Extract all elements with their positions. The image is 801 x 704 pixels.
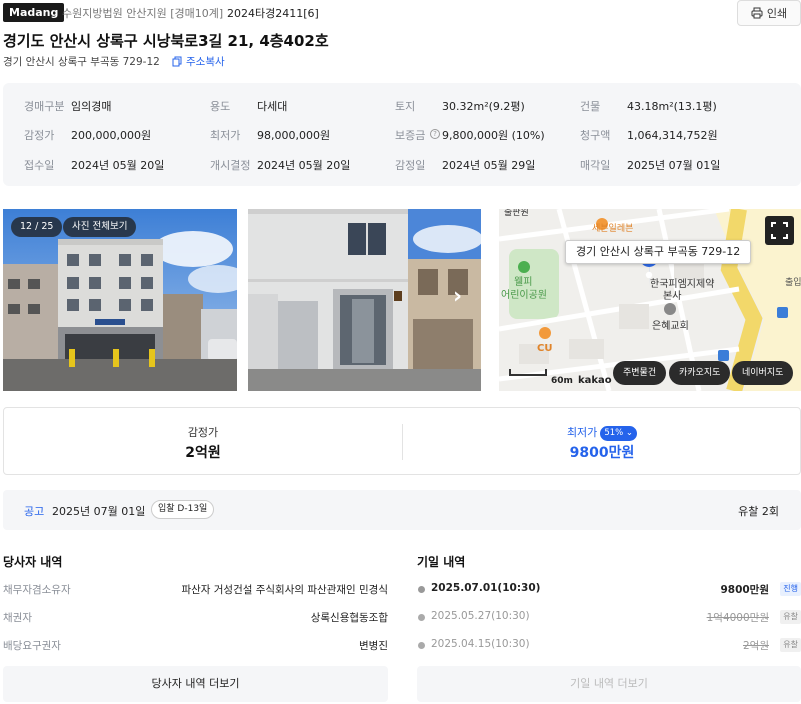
- map-poi-7: CU: [537, 343, 552, 354]
- history-row: 2025.07.01(10:30) 9800만원 진행: [417, 582, 801, 598]
- map-provider: kakao: [578, 375, 612, 386]
- print-button[interactable]: 인쇄: [737, 0, 801, 26]
- party-row: 배당요구권자 변병진: [3, 640, 388, 652]
- status-badge: 진행: [780, 582, 801, 596]
- map-poi-1: 세븐일레븐: [592, 223, 633, 234]
- nearby-items-button[interactable]: 주변물건: [613, 361, 667, 385]
- case-info-grid: 경매구분 임의경매 용도 다세대 토지 30.32m²(9.2평) 건물 43.18m²…: [3, 83, 801, 186]
- map-poi-0: 출판원: [504, 209, 529, 218]
- notice-label: 공고: [24, 505, 45, 518]
- map-poi-8: 출입: [785, 276, 801, 288]
- history-title: 기일 내역: [417, 555, 466, 569]
- map-address-label: 경기 안산시 상록구 부곡동 729-12: [565, 240, 752, 264]
- history-row: 2025.05.27(10:30) 1억4000만원 유찰: [417, 610, 801, 626]
- fullscreen-icon: [771, 222, 788, 239]
- price-summary: 감정가 2억원 최저가 51% ⌄ 9800만원: [3, 407, 801, 475]
- map-poi-6: 은혜교회: [652, 320, 689, 332]
- view-all-photos-button[interactable]: 사진 전체보기: [63, 217, 137, 237]
- party-row: 채무자겸소유자 파산자 거성건설 주식회사의 파산관재인 민경식: [3, 584, 388, 596]
- map-scale: 60m: [551, 376, 573, 386]
- dday-badge: 입찰 D-13일: [151, 500, 215, 519]
- kakao-map-button[interactable]: 카카오지도: [669, 361, 731, 385]
- photo-next-arrow[interactable]: ›: [453, 284, 462, 309]
- printer-icon: [751, 7, 763, 19]
- appraisal-price: 감정가 2억원: [185, 426, 221, 461]
- party-row: 채권자 상록신용협동조합: [3, 612, 388, 624]
- map-poi-5: 본사: [663, 290, 681, 302]
- naver-map-button[interactable]: 네이버지도: [732, 361, 794, 385]
- parties-title: 당사자 내역: [3, 555, 63, 569]
- case-number: 2024타경2411[6]: [227, 7, 319, 20]
- parties-more-button[interactable]: 당사자 내역 더보기: [3, 666, 388, 702]
- fail-count: 유찰 2회: [738, 505, 779, 518]
- history-row: 2025.04.15(10:30) 2억원 유찰: [417, 638, 801, 654]
- court-name: 수원지방법원 안산지원 [경매10계]: [62, 7, 224, 20]
- property-photo-2[interactable]: ›: [248, 209, 481, 391]
- map-poi-3: 어린이공원: [501, 289, 547, 301]
- lot-address: 경기 안산시 상록구 부곡동 729-12: [3, 56, 160, 68]
- history-more-button[interactable]: 기일 내역 더보기: [417, 666, 801, 702]
- map-poi-4: 한국피엠지제약: [650, 278, 714, 290]
- copy-icon: [172, 56, 182, 67]
- property-photo-1[interactable]: 12 / 25 사진 전체보기: [3, 209, 237, 391]
- photo-counter: 12 / 25: [11, 217, 63, 237]
- brand-badge: Madang: [3, 3, 65, 22]
- chevron-down-icon: ⌄: [625, 428, 634, 438]
- copy-address-button[interactable]: 주소복사: [172, 54, 225, 69]
- page-title: 경기도 안산시 상록구 시낭북로3길 21, 4층402호: [3, 32, 329, 50]
- min-price-percent-badge: 51% ⌄: [600, 426, 638, 441]
- notice-date: 2025년 07월 01일: [52, 505, 146, 518]
- map-poi-2: 웰피: [514, 276, 532, 288]
- minimum-price: 최저가 51% ⌄ 9800만원: [403, 408, 801, 474]
- copy-address-label: 주소복사: [186, 56, 225, 68]
- sale-notice: 공고 2025년 07월 01일 입찰 D-13일 유찰 2회: [3, 490, 801, 530]
- entrance-photo: [248, 209, 481, 391]
- print-label: 인쇄: [766, 7, 788, 20]
- status-badge: 유찰: [780, 610, 801, 624]
- location-map[interactable]: 출판원 세븐일레븐 웰피 어린이공원 한국피엠지제약 본사 은혜교회 CU 출입…: [499, 209, 801, 391]
- status-badge: 유찰: [780, 638, 801, 652]
- case-header: Madang 수원지방법원 안산지원 [경매10계] 2024타경2411[6]…: [3, 0, 801, 26]
- help-icon[interactable]: ?: [430, 129, 440, 139]
- map-expand-button[interactable]: [765, 216, 794, 245]
